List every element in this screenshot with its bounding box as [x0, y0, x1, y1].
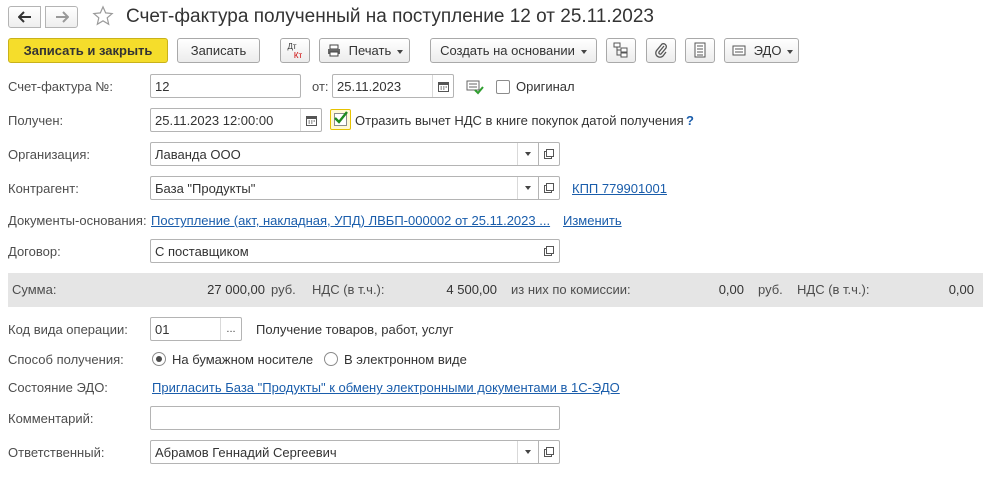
- open-responsible-button[interactable]: [539, 440, 560, 464]
- invoice-date-input[interactable]: 25.11.2023: [332, 74, 454, 98]
- dt-kt-icon: Дт Кт: [287, 42, 303, 60]
- list-document-icon: [694, 42, 706, 58]
- vat-included-label-2: НДС (в т.ч.):: [797, 282, 870, 297]
- dt-kt-button[interactable]: Дт Кт: [280, 38, 310, 63]
- chevron-down-icon: [787, 49, 794, 54]
- contract-label: Договор:: [8, 244, 61, 259]
- print-label: Печать: [348, 43, 392, 58]
- vat-value: 4 500,00: [446, 282, 497, 297]
- operation-code-label: Код вида операции:: [8, 322, 128, 337]
- nav-forward-button[interactable]: [45, 6, 78, 28]
- edo-state-label: Состояние ЭДО:: [8, 380, 108, 395]
- calendar-icon[interactable]: [432, 75, 453, 97]
- checkmark-icon: [334, 111, 348, 124]
- attach-button[interactable]: [646, 38, 676, 63]
- dropdown-arrow-icon[interactable]: [517, 177, 538, 199]
- operation-code-input[interactable]: 01 ...: [150, 317, 242, 341]
- currency-label-2: руб.: [758, 282, 783, 297]
- arrow-left-icon: [17, 11, 31, 23]
- edo-label: ЭДО: [753, 43, 782, 58]
- document-status-icon[interactable]: [466, 79, 484, 95]
- edo-icon: [732, 45, 746, 56]
- dropdown-arrow-icon[interactable]: [517, 143, 538, 165]
- radio-electronic[interactable]: [324, 352, 338, 366]
- commission-vat-value: 0,00: [948, 282, 974, 297]
- vat-deduction-label: Отразить вычет НДС в книге покупок датой…: [355, 113, 684, 128]
- change-base-documents-link[interactable]: Изменить: [563, 213, 622, 229]
- open-contract-icon[interactable]: [538, 240, 559, 262]
- save-button[interactable]: Записать: [177, 38, 260, 63]
- date-from-label: от:: [312, 79, 329, 94]
- base-document-link[interactable]: Поступление (акт, накладная, УПД) ЛВБП-0…: [151, 213, 550, 229]
- open-window-icon: [544, 183, 554, 193]
- commission-label: из них по комиссии:: [511, 282, 631, 297]
- comment-input[interactable]: [150, 406, 560, 430]
- original-label: Оригинал: [516, 79, 575, 94]
- arrow-right-icon: [55, 11, 69, 23]
- chevron-down-icon: [397, 49, 404, 54]
- vat-deduction-checkbox[interactable]: [330, 109, 351, 130]
- save-and-close-button[interactable]: Записать и закрыть: [8, 38, 168, 63]
- counterparty-label: Контрагент:: [8, 181, 79, 196]
- radio-paper-label: На бумажном носителе: [172, 352, 314, 367]
- create-based-on-label: Создать на основании: [440, 43, 575, 58]
- open-window-icon: [544, 149, 554, 159]
- radio-electronic-label: В электронном виде: [344, 352, 467, 367]
- create-based-on-button[interactable]: Создать на основании: [430, 38, 597, 63]
- paperclip-icon: [655, 43, 667, 58]
- received-datetime-input[interactable]: 25.11.2023 12:00:00: [150, 108, 322, 132]
- select-operation-code-button[interactable]: ...: [220, 318, 241, 340]
- currency-label: руб.: [271, 282, 296, 297]
- sum-value: 27 000,00: [207, 282, 265, 297]
- received-label: Получен:: [8, 113, 64, 128]
- page-title: Счет-фактура полученный на поступление 1…: [126, 6, 654, 27]
- hierarchy-icon: [613, 42, 628, 58]
- dropdown-arrow-icon[interactable]: [517, 441, 538, 463]
- open-counterparty-button[interactable]: [539, 176, 560, 200]
- structure-button[interactable]: [606, 38, 636, 63]
- contract-input[interactable]: С поставщиком: [150, 239, 560, 263]
- radio-paper[interactable]: [152, 352, 166, 366]
- open-window-icon: [544, 447, 554, 457]
- nav-back-button[interactable]: [8, 6, 41, 28]
- receive-method-label: Способ получения:: [8, 352, 124, 367]
- operation-code-description: Получение товаров, работ, услуг: [256, 322, 454, 337]
- vat-included-label: НДС (в т.ч.):: [312, 282, 385, 297]
- counterparty-input[interactable]: База "Продукты": [150, 176, 539, 200]
- edo-invite-link[interactable]: Пригласить База "Продукты" к обмену элек…: [152, 380, 620, 396]
- chevron-down-icon: [580, 49, 587, 54]
- organization-input[interactable]: Лаванда ООО: [150, 142, 539, 166]
- calendar-icon[interactable]: [300, 109, 321, 131]
- responsible-input[interactable]: Абрамов Геннадий Сергеевич: [150, 440, 539, 464]
- sum-label: Сумма:: [12, 282, 57, 297]
- commission-value: 0,00: [718, 282, 744, 297]
- summary-bar: Сумма: 27 000,00 руб. НДС (в т.ч.): 4 50…: [8, 273, 983, 307]
- invoice-number-label: Счет-фактура №:: [8, 79, 113, 94]
- base-documents-label: Документы-основания:: [8, 213, 147, 228]
- open-organization-button[interactable]: [539, 142, 560, 166]
- original-checkbox[interactable]: [496, 80, 510, 94]
- favorite-star-icon[interactable]: [92, 5, 114, 27]
- invoice-number-input[interactable]: 12: [150, 74, 301, 98]
- print-button[interactable]: Печать: [319, 38, 410, 63]
- kpp-link[interactable]: КПП 779901001: [572, 181, 667, 197]
- help-icon[interactable]: ?: [686, 113, 694, 129]
- organization-label: Организация:: [8, 147, 91, 162]
- printer-icon: [328, 44, 340, 57]
- responsible-label: Ответственный:: [8, 445, 105, 460]
- edo-button[interactable]: ЭДО: [724, 38, 799, 63]
- comment-label: Комментарий:: [8, 411, 94, 426]
- document-list-button[interactable]: [685, 38, 715, 63]
